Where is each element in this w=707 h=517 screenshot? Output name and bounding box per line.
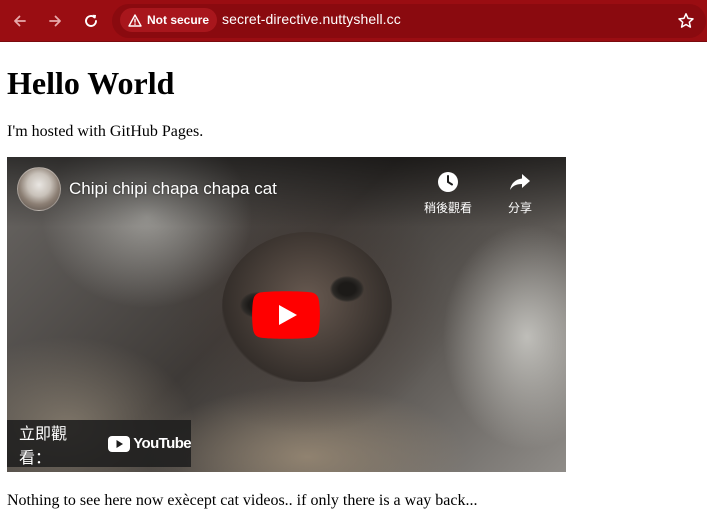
watch-on-youtube[interactable]: 立即觀看： YouTube [7, 420, 192, 467]
forward-button[interactable] [42, 8, 68, 34]
channel-avatar[interactable] [17, 167, 61, 211]
share-label: 分享 [507, 201, 532, 215]
play-button[interactable] [252, 291, 320, 339]
url-text[interactable]: secret-directive.nuttyshell.cc [222, 11, 401, 27]
youtube-embed[interactable]: Chipi chipi chapa chapa cat 稍後觀看 分享 立即觀看… [7, 157, 566, 472]
reload-icon [85, 14, 97, 27]
watch-on-label: 立即觀看： [19, 425, 68, 467]
security-chip[interactable]: Not secure [120, 8, 218, 32]
watch-later-button[interactable]: 稍後觀看 [413, 171, 483, 216]
share-button[interactable]: 分享 [485, 171, 555, 216]
reload-button[interactable] [78, 8, 104, 34]
watch-later-label: 稍後觀看 [423, 201, 472, 215]
youtube-wordmark: YouTube [133, 435, 191, 452]
footer-text: Nothing to see here now exècept cat vide… [7, 492, 478, 509]
youtube-logo-icon [108, 435, 131, 452]
back-button[interactable] [7, 8, 33, 34]
clock-icon [438, 172, 458, 192]
youtube-logo: YouTube [108, 435, 192, 452]
play-icon [252, 291, 320, 339]
security-label: Not secure [147, 13, 210, 27]
page-content: Hello World I'm hosted with GitHub Pages… [0, 42, 707, 517]
video-title[interactable]: Chipi chipi chapa chapa cat [69, 179, 277, 199]
browser-toolbar: Not secure secret-directive.nuttyshell.c… [0, 0, 707, 42]
back-arrow-icon [14, 15, 26, 27]
cat-eye-right [330, 276, 364, 302]
star-icon [678, 13, 694, 28]
bookmark-button[interactable] [674, 9, 698, 33]
intro-text: I'm hosted with GitHub Pages. [7, 123, 204, 140]
forward-arrow-icon [49, 15, 61, 27]
share-icon [510, 174, 530, 190]
warning-icon [128, 13, 142, 27]
page-heading: Hello World [7, 65, 175, 101]
